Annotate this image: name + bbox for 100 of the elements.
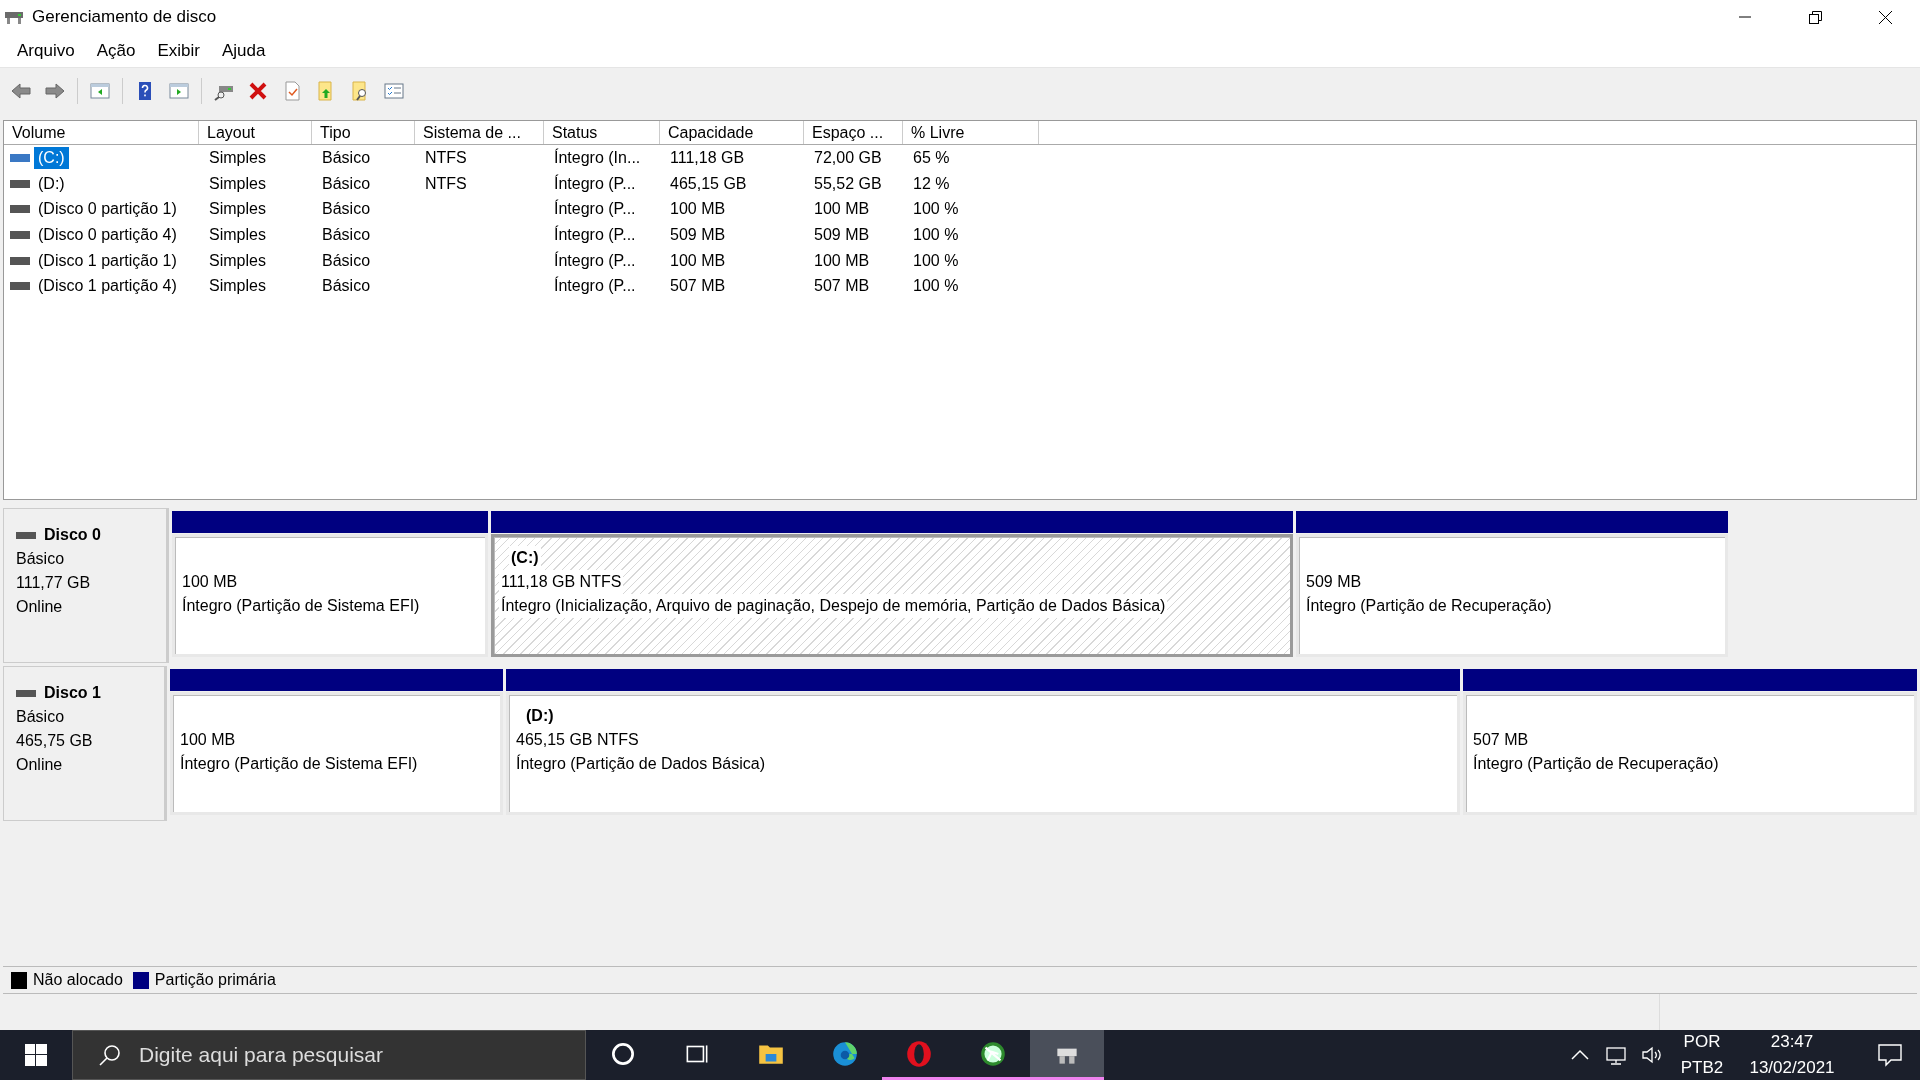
- table-cell-text: Íntegro (P...: [554, 173, 636, 194]
- table-cell-text: 509 MB: [670, 224, 726, 245]
- partition-status: Íntegro (Inicialização, Arquivo de paginação, Despejo de memória, Partição de Dados Básica): [499, 594, 1168, 618]
- table-cell-text: Íntegro (P...: [554, 275, 636, 297]
- table-cell-text: Íntegro (P...: [554, 250, 636, 271]
- drive-letter-entry[interactable]: (Disco 1 partição 1): [34, 249, 181, 272]
- disk-management-button[interactable]: [1030, 1030, 1104, 1080]
- table-cell-text: Básico: [322, 250, 371, 271]
- disk-name: Disco 1: [44, 683, 101, 703]
- drive-letter-entry[interactable]: (C:): [34, 146, 69, 169]
- table-cell-text: Simples: [209, 173, 266, 194]
- search-field[interactable]: Digite aqui para pesquisar: [72, 1030, 586, 1080]
- table-cell-text: Simples: [209, 224, 266, 245]
- table-cell-text: 111,18 GB: [670, 147, 745, 168]
- close-icon: [1878, 10, 1892, 24]
- column-header[interactable]: Sistema de ...: [415, 121, 544, 144]
- partition-block[interactable]: 507 MB Íntegro (Partição de Recuperação): [1463, 692, 1917, 815]
- language-indicator[interactable]: POR PTB2: [1670, 1030, 1734, 1080]
- partition-block[interactable]: 100 MB Íntegro (Partição de Sistema EFI): [172, 534, 488, 657]
- table-cell-text: 72,00 GB: [814, 147, 882, 168]
- partition-size: 111,18 GB NTFS: [499, 570, 624, 594]
- disk-size: 111,77 GB: [16, 573, 92, 593]
- table-cell-text: 507 MB: [670, 276, 726, 297]
- table-cell-text: 100 %: [913, 276, 959, 297]
- restore-icon: [1808, 10, 1822, 24]
- disk-size: 465,75 GB: [16, 731, 94, 751]
- drive-icon: [10, 256, 30, 265]
- table-cell-text: Básico: [322, 276, 371, 297]
- legend-label: Não alocado: [33, 970, 123, 990]
- drive-letter-entry[interactable]: (Disco 0 partição 4): [34, 223, 181, 246]
- table-cell-text: Simples: [209, 199, 266, 220]
- table-cell-text: Básico: [322, 199, 371, 220]
- clock[interactable]: 23:47 13/02/2021: [1734, 1030, 1850, 1080]
- disk-info-panel[interactable]: Disco 1 Básico 465,75 GB Online: [3, 666, 167, 821]
- table-cell-text: Básico: [322, 147, 371, 168]
- partition-block[interactable]: (C:) 111,18 GB NTFS Íntegro (Inicialização, Arquivo de paginação, Despejo de memória, Partição de Dados Básica): [491, 534, 1293, 657]
- table-cell-text: 100 MB: [814, 250, 870, 271]
- partition-label: (C:): [509, 546, 541, 570]
- checklist-icon: [383, 80, 405, 102]
- table-cell-text: 100 MB: [670, 250, 726, 271]
- column-header[interactable]: Tipo: [312, 121, 415, 144]
- table-cell-text: 100 %: [913, 224, 959, 245]
- drive-icon: [10, 179, 30, 188]
- pane-icon: [168, 80, 190, 102]
- opera-browser-icon: [904, 1038, 934, 1069]
- drive-icon: [10, 282, 30, 291]
- partition-block[interactable]: 509 MB Íntegro (Partição de Recuperação): [1296, 534, 1728, 657]
- drive-icon: [16, 531, 36, 539]
- partition-block[interactable]: (D:) 465,15 GB NTFS Íntegro (Partição de Dados Básica): [506, 692, 1460, 815]
- delete-icon: [247, 80, 269, 102]
- drive-letter-entry[interactable]: (Disco 0 partição 1): [34, 198, 181, 221]
- table-cell-text: Básico: [322, 224, 371, 245]
- table-cell-text: 12 %: [913, 173, 950, 194]
- table-cell-text: 100 MB: [814, 199, 870, 220]
- disk-type: Básico: [16, 549, 66, 569]
- column-header[interactable]: % Livre: [903, 121, 1039, 144]
- table-cell-text: 507 MB: [814, 276, 870, 297]
- window-title: Gerenciamento de disco: [32, 6, 217, 29]
- table-cell-text: NTFS: [425, 147, 467, 168]
- table-cell-text: 465,15 GB: [670, 173, 747, 194]
- column-header[interactable]: Status: [544, 121, 660, 144]
- drive-icon: [10, 205, 30, 214]
- disk-status: Online: [16, 755, 64, 775]
- table-cell-text: 100 MB: [670, 199, 726, 220]
- table-cell-text: Simples: [209, 147, 266, 168]
- disk-type: Básico: [16, 707, 66, 727]
- table-cell-text: 100 %: [913, 250, 959, 271]
- pane-icon: [89, 80, 111, 102]
- menu-item[interactable]: Arquivo: [6, 37, 86, 64]
- table-cell-text: 55,52 GB: [814, 173, 882, 194]
- drive-letter-entry[interactable]: (Disco 1 partição 4): [34, 275, 181, 298]
- disk-name: Disco 0: [44, 525, 101, 545]
- column-header[interactable]: Layout: [199, 121, 312, 144]
- drive-icon: [10, 230, 30, 239]
- column-header[interactable]: Capacidade: [660, 121, 804, 144]
- table-cell-text: 509 MB: [814, 224, 870, 245]
- search-icon: [98, 1043, 122, 1067]
- disk-info-panel[interactable]: Disco 0 Básico 111,77 GB Online: [3, 508, 169, 663]
- menu-item[interactable]: Ação: [85, 37, 147, 64]
- drive-icon: [10, 153, 30, 162]
- legend-label: Partição primária: [154, 970, 276, 990]
- column-header[interactable]: Espaço ...: [804, 121, 903, 144]
- table-cell-text: Básico: [322, 173, 371, 194]
- table-cell-text: 100 %: [913, 199, 959, 220]
- drive-icon: [16, 689, 36, 697]
- menu-item[interactable]: Exibir: [146, 37, 211, 64]
- disk-status: Online: [16, 597, 64, 617]
- drive-letter-entry[interactable]: (D:): [34, 172, 69, 195]
- partition-block[interactable]: 100 MB Íntegro (Partição de Sistema EFI): [170, 692, 503, 815]
- back-arrow-icon: [10, 80, 32, 102]
- table-cell-text: 65 %: [913, 147, 950, 168]
- table-cell-text: Íntegro (P...: [554, 198, 636, 220]
- table-cell-text: Simples: [209, 250, 266, 271]
- table-cell-text: Íntegro (In...: [554, 147, 641, 168]
- menu-item[interactable]: Ajuda: [210, 37, 277, 64]
- table-cell-text: Íntegro (P...: [554, 224, 636, 245]
- notification-icon: [1877, 1042, 1903, 1068]
- table-cell-text: NTFS: [425, 173, 467, 194]
- start-icon: [25, 1044, 47, 1066]
- column-header[interactable]: Volume: [4, 121, 199, 144]
